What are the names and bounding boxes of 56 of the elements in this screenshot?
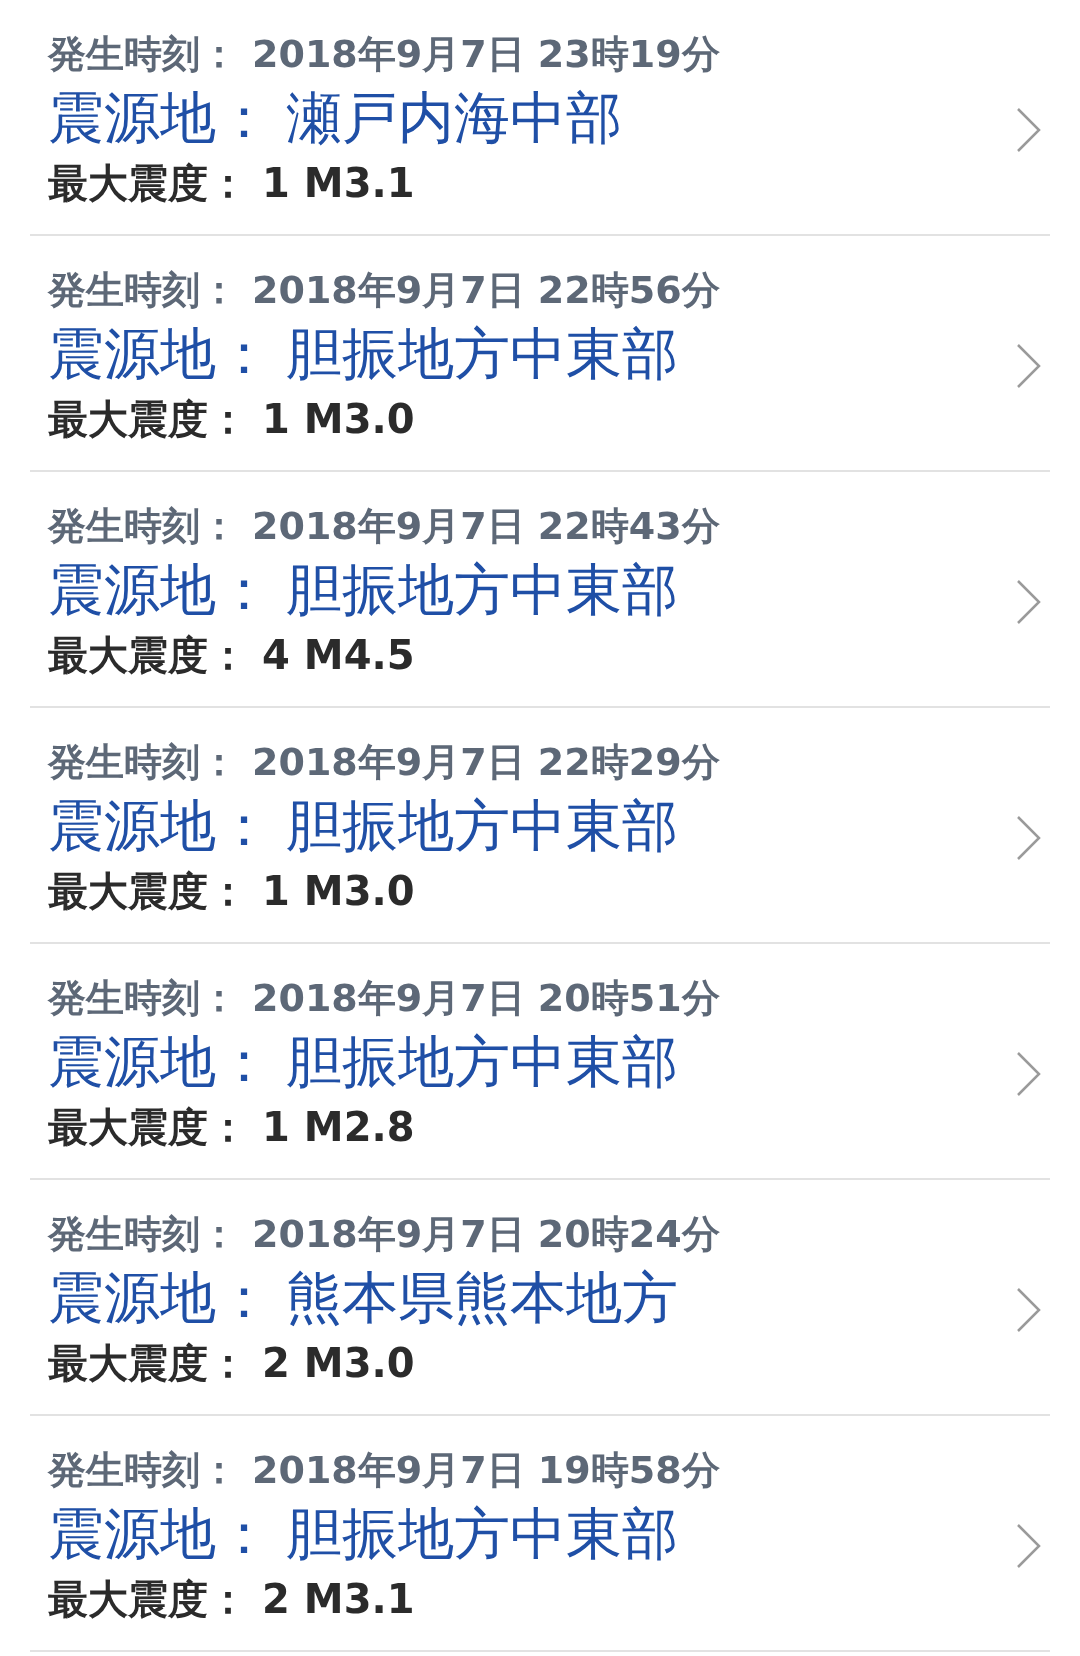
time-label: 発生時刻： [48, 32, 238, 76]
time-value: 2018年9月7日 23時19分 [252, 32, 720, 76]
magnitude-value: M4.5 [303, 632, 415, 678]
time-label: 発生時刻： [48, 1212, 238, 1256]
epicenter-label: 震源地： [48, 793, 272, 858]
time-label: 発生時刻： [48, 504, 238, 548]
intensity-label: 最大震度： [48, 1576, 248, 1622]
time-label: 発生時刻： [48, 740, 238, 784]
intensity-value: 1 [262, 1104, 290, 1150]
epicenter-value: 瀬戸内海中部 [286, 85, 622, 150]
intensity-label: 最大震度： [48, 160, 248, 206]
epicenter-value: 胆振地方中東部 [286, 1029, 678, 1094]
epicenter-value: 胆振地方中東部 [286, 793, 678, 858]
intensity-label: 最大震度： [48, 1340, 248, 1386]
time-value: 2018年9月7日 20時24分 [252, 1212, 720, 1256]
time-value: 2018年9月7日 19時58分 [252, 1448, 720, 1492]
magnitude-value: M2.8 [303, 1104, 415, 1150]
epicenter-label: 震源地： [48, 1501, 272, 1566]
intensity-value: 1 [262, 396, 290, 442]
chevron-right-icon[interactable] [1016, 1287, 1042, 1333]
intensity-value: 1 [262, 868, 290, 914]
magnitude-value: M3.0 [303, 1340, 415, 1386]
epicenter-label: 震源地： [48, 85, 272, 150]
time-value: 2018年9月7日 22時43分 [252, 504, 720, 548]
chevron-right-icon[interactable] [1016, 1523, 1042, 1569]
time-value: 2018年9月7日 22時29分 [252, 740, 720, 784]
time-label: 発生時刻： [48, 976, 238, 1020]
epicenter-value: 熊本県熊本地方 [286, 1265, 678, 1330]
epicenter-value: 胆振地方中東部 [286, 1501, 678, 1566]
intensity-value: 1 [262, 160, 290, 206]
time-value: 2018年9月7日 20時51分 [252, 976, 720, 1020]
intensity-value: 2 [262, 1576, 290, 1622]
magnitude-value: M3.1 [303, 160, 415, 206]
intensity-value: 4 [262, 632, 290, 678]
epicenter-value: 胆振地方中東部 [286, 321, 678, 386]
intensity-label: 最大震度： [48, 396, 248, 442]
time-label: 発生時刻： [48, 1448, 238, 1492]
epicenter-label: 震源地： [48, 1265, 272, 1330]
magnitude-value: M3.0 [303, 868, 415, 914]
intensity-label: 最大震度： [48, 1104, 248, 1150]
intensity-label: 最大震度： [48, 632, 248, 678]
time-label: 発生時刻： [48, 268, 238, 312]
magnitude-value: M3.0 [303, 396, 415, 442]
chevron-right-icon[interactable] [1016, 579, 1042, 625]
time-value: 2018年9月7日 22時56分 [252, 268, 720, 312]
chevron-right-icon[interactable] [1016, 343, 1042, 389]
epicenter-value: 胆振地方中東部 [286, 557, 678, 622]
chevron-right-icon[interactable] [1016, 1051, 1042, 1097]
intensity-value: 2 [262, 1340, 290, 1386]
epicenter-label: 震源地： [48, 557, 272, 622]
intensity-label: 最大震度： [48, 868, 248, 914]
chevron-right-icon[interactable] [1016, 815, 1042, 861]
epicenter-label: 震源地： [48, 1029, 272, 1094]
chevron-right-icon[interactable] [1016, 107, 1042, 153]
epicenter-label: 震源地： [48, 321, 272, 386]
magnitude-value: M3.1 [303, 1576, 415, 1622]
